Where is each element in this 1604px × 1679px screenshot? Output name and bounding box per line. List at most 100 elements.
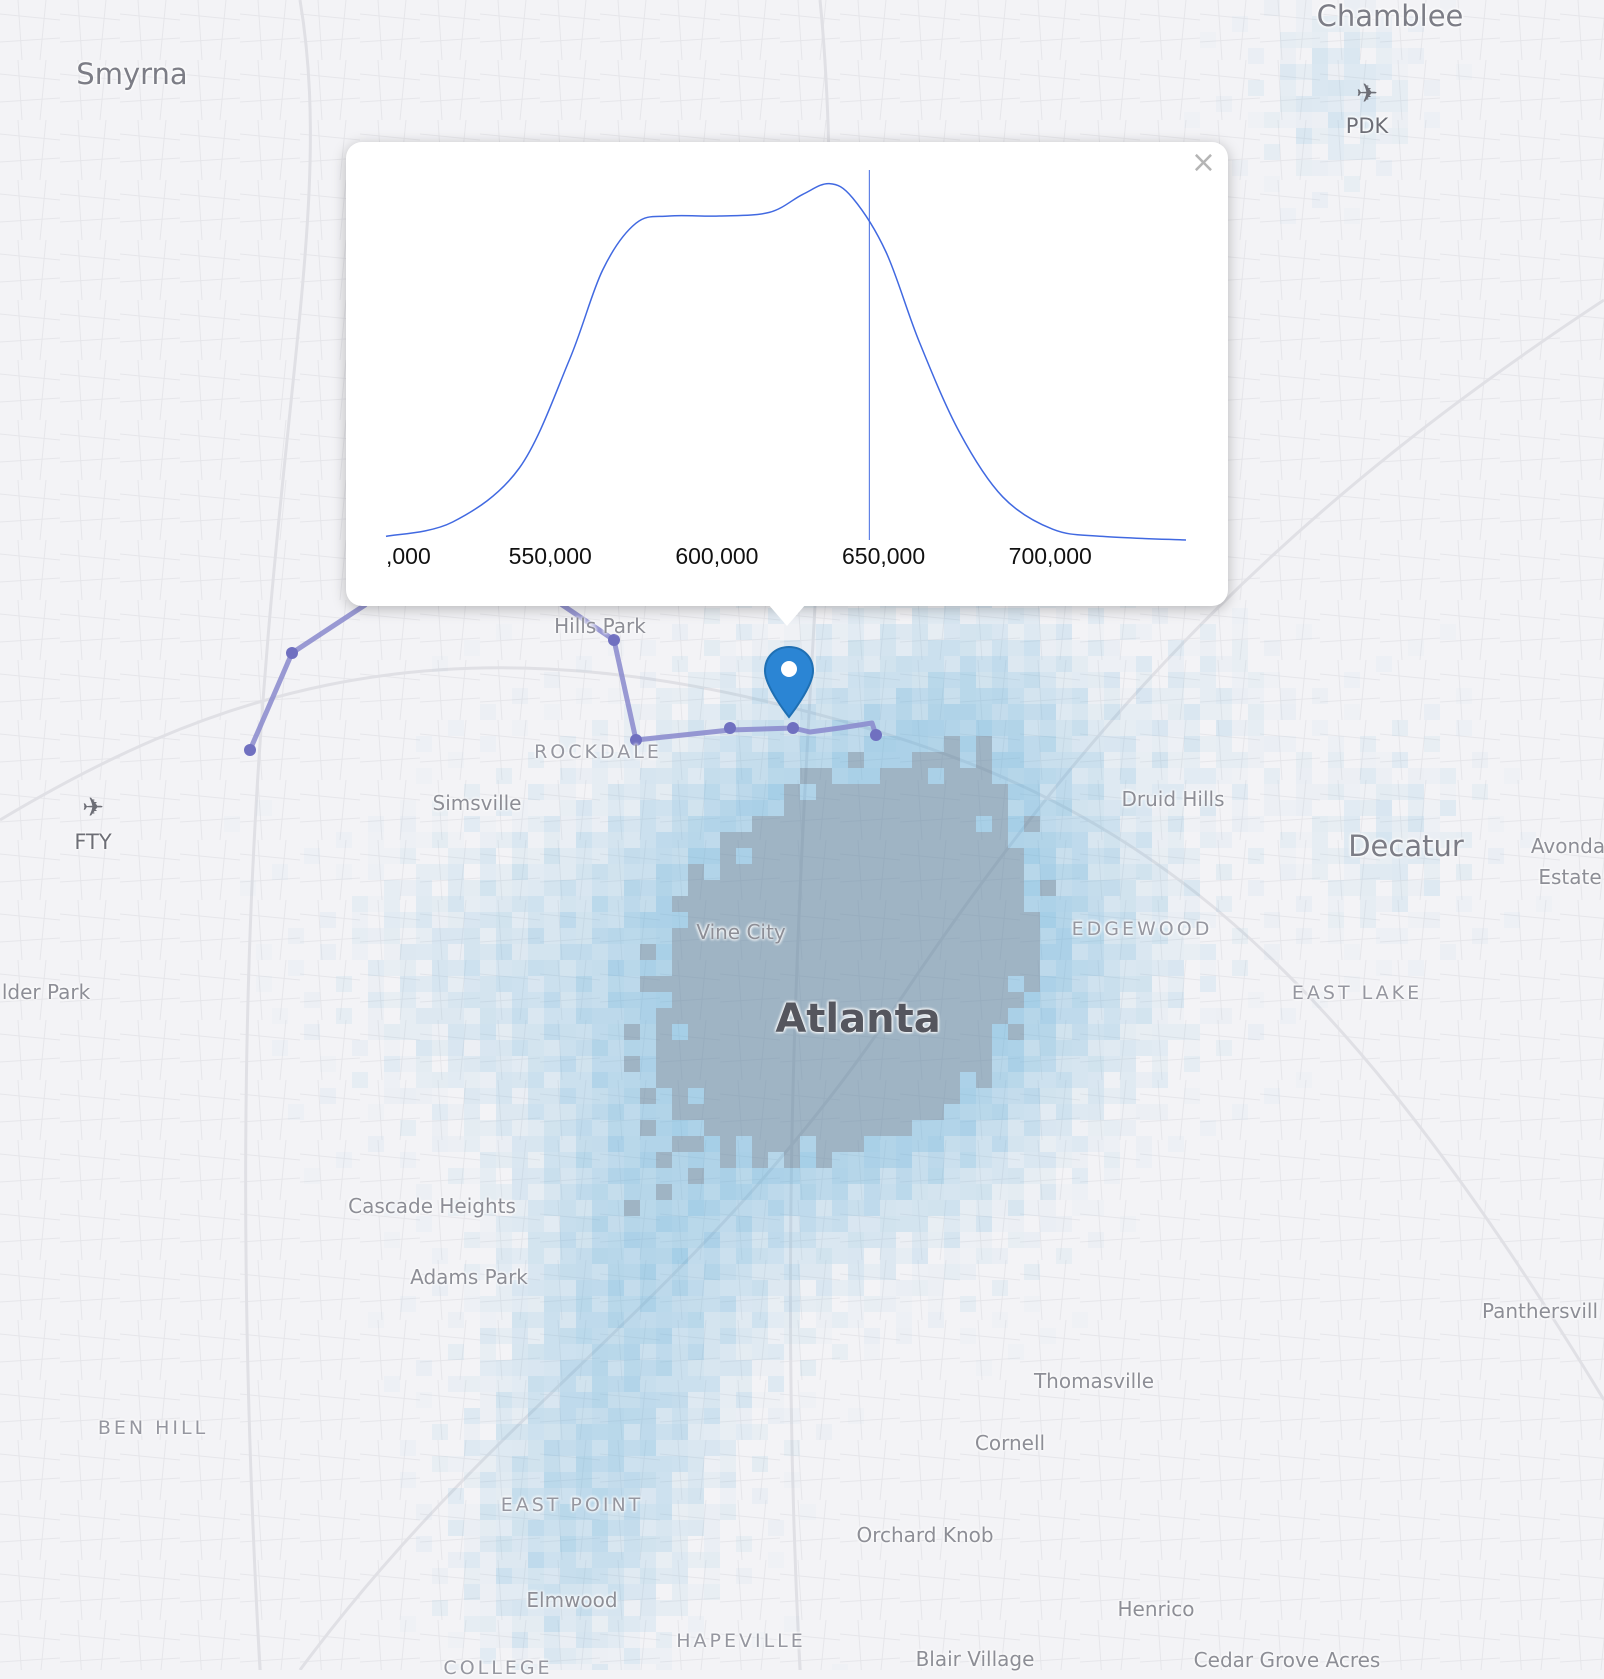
density-cell xyxy=(976,624,992,640)
density-cell xyxy=(496,1568,512,1584)
density-cell xyxy=(1088,784,1104,800)
density-cell xyxy=(400,1440,416,1456)
density-cell xyxy=(528,1168,544,1184)
density-cell xyxy=(1072,1008,1088,1024)
density-cell xyxy=(784,1216,800,1232)
density-cell xyxy=(400,1008,416,1024)
density-cell xyxy=(656,1056,672,1072)
density-cell xyxy=(816,1264,832,1280)
place-label-vine-city: Vine City xyxy=(696,920,786,944)
density-cell xyxy=(848,832,864,848)
density-cell xyxy=(1248,848,1264,864)
density-cell xyxy=(1056,1104,1072,1120)
density-cell xyxy=(976,672,992,688)
density-cell xyxy=(1424,864,1440,880)
density-cell xyxy=(576,1360,592,1376)
density-cell xyxy=(992,608,1008,624)
density-cell xyxy=(992,1280,1008,1296)
density-cell xyxy=(880,896,896,912)
density-cell xyxy=(672,1120,688,1136)
density-cell xyxy=(576,1184,592,1200)
density-cell xyxy=(880,768,896,784)
density-cell xyxy=(1344,176,1360,192)
density-cell xyxy=(640,1296,656,1312)
density-cell xyxy=(1264,144,1280,160)
density-cell xyxy=(960,624,976,640)
density-cell xyxy=(704,1312,720,1328)
density-cell xyxy=(1152,848,1168,864)
density-cell xyxy=(736,704,752,720)
density-cell xyxy=(432,1008,448,1024)
density-cell xyxy=(752,1456,768,1472)
density-cell xyxy=(1264,736,1280,752)
density-cell xyxy=(1168,768,1184,784)
density-cell xyxy=(1280,704,1296,720)
density-cell xyxy=(1360,864,1376,880)
density-cell xyxy=(704,1296,720,1312)
density-cell xyxy=(944,1264,960,1280)
density-cell xyxy=(496,1440,512,1456)
density-cell xyxy=(480,1360,496,1376)
density-cell xyxy=(864,768,880,784)
map-marker-icon[interactable] xyxy=(763,645,815,721)
density-cell xyxy=(1136,1152,1152,1168)
density-cell xyxy=(368,896,384,912)
density-cell xyxy=(992,656,1008,672)
density-cell xyxy=(1040,1200,1056,1216)
density-cell xyxy=(976,880,992,896)
density-cell xyxy=(720,1376,736,1392)
density-cell xyxy=(784,1184,800,1200)
density-cell xyxy=(528,1072,544,1088)
density-cell xyxy=(544,1408,560,1424)
density-cell xyxy=(624,848,640,864)
density-cell xyxy=(1072,768,1088,784)
density-cell xyxy=(464,1296,480,1312)
density-cell xyxy=(864,1296,880,1312)
density-cell xyxy=(1360,896,1376,912)
density-cell xyxy=(1312,48,1328,64)
density-cell xyxy=(832,1104,848,1120)
density-cell xyxy=(736,800,752,816)
density-cell xyxy=(1024,736,1040,752)
density-cell xyxy=(688,1056,704,1072)
density-cell xyxy=(832,736,848,752)
density-cell xyxy=(752,1104,768,1120)
density-cell xyxy=(848,960,864,976)
density-cell xyxy=(1184,1040,1200,1056)
density-cell xyxy=(464,640,480,656)
density-cell xyxy=(816,1328,832,1344)
density-cell xyxy=(992,880,1008,896)
density-cell xyxy=(368,1136,384,1152)
density-cell xyxy=(464,816,480,832)
density-cell xyxy=(1152,1008,1168,1024)
density-cell xyxy=(624,1520,640,1536)
density-cell xyxy=(736,1056,752,1072)
density-cell xyxy=(960,768,976,784)
density-cell xyxy=(480,1504,496,1520)
density-cell xyxy=(624,928,640,944)
density-cell xyxy=(592,1520,608,1536)
density-cell xyxy=(976,864,992,880)
density-cell xyxy=(992,752,1008,768)
density-cell xyxy=(1392,864,1408,880)
density-cell xyxy=(944,736,960,752)
density-cell xyxy=(704,1200,720,1216)
density-cell xyxy=(768,896,784,912)
density-cell xyxy=(672,880,688,896)
density-cell xyxy=(432,1104,448,1120)
density-cell xyxy=(976,656,992,672)
density-cell xyxy=(1152,736,1168,752)
density-cell xyxy=(640,1104,656,1120)
density-cell xyxy=(1264,768,1280,784)
place-label-elmwood: Elmwood xyxy=(526,1588,618,1612)
density-cell xyxy=(256,976,272,992)
density-cell xyxy=(640,1568,656,1584)
density-cell xyxy=(1248,112,1264,128)
density-cell xyxy=(704,1072,720,1088)
density-cell xyxy=(1056,640,1072,656)
density-cell xyxy=(1152,832,1168,848)
density-cell xyxy=(592,1328,608,1344)
density-cell xyxy=(544,1200,560,1216)
density-cell xyxy=(464,896,480,912)
density-cell xyxy=(608,1648,624,1664)
